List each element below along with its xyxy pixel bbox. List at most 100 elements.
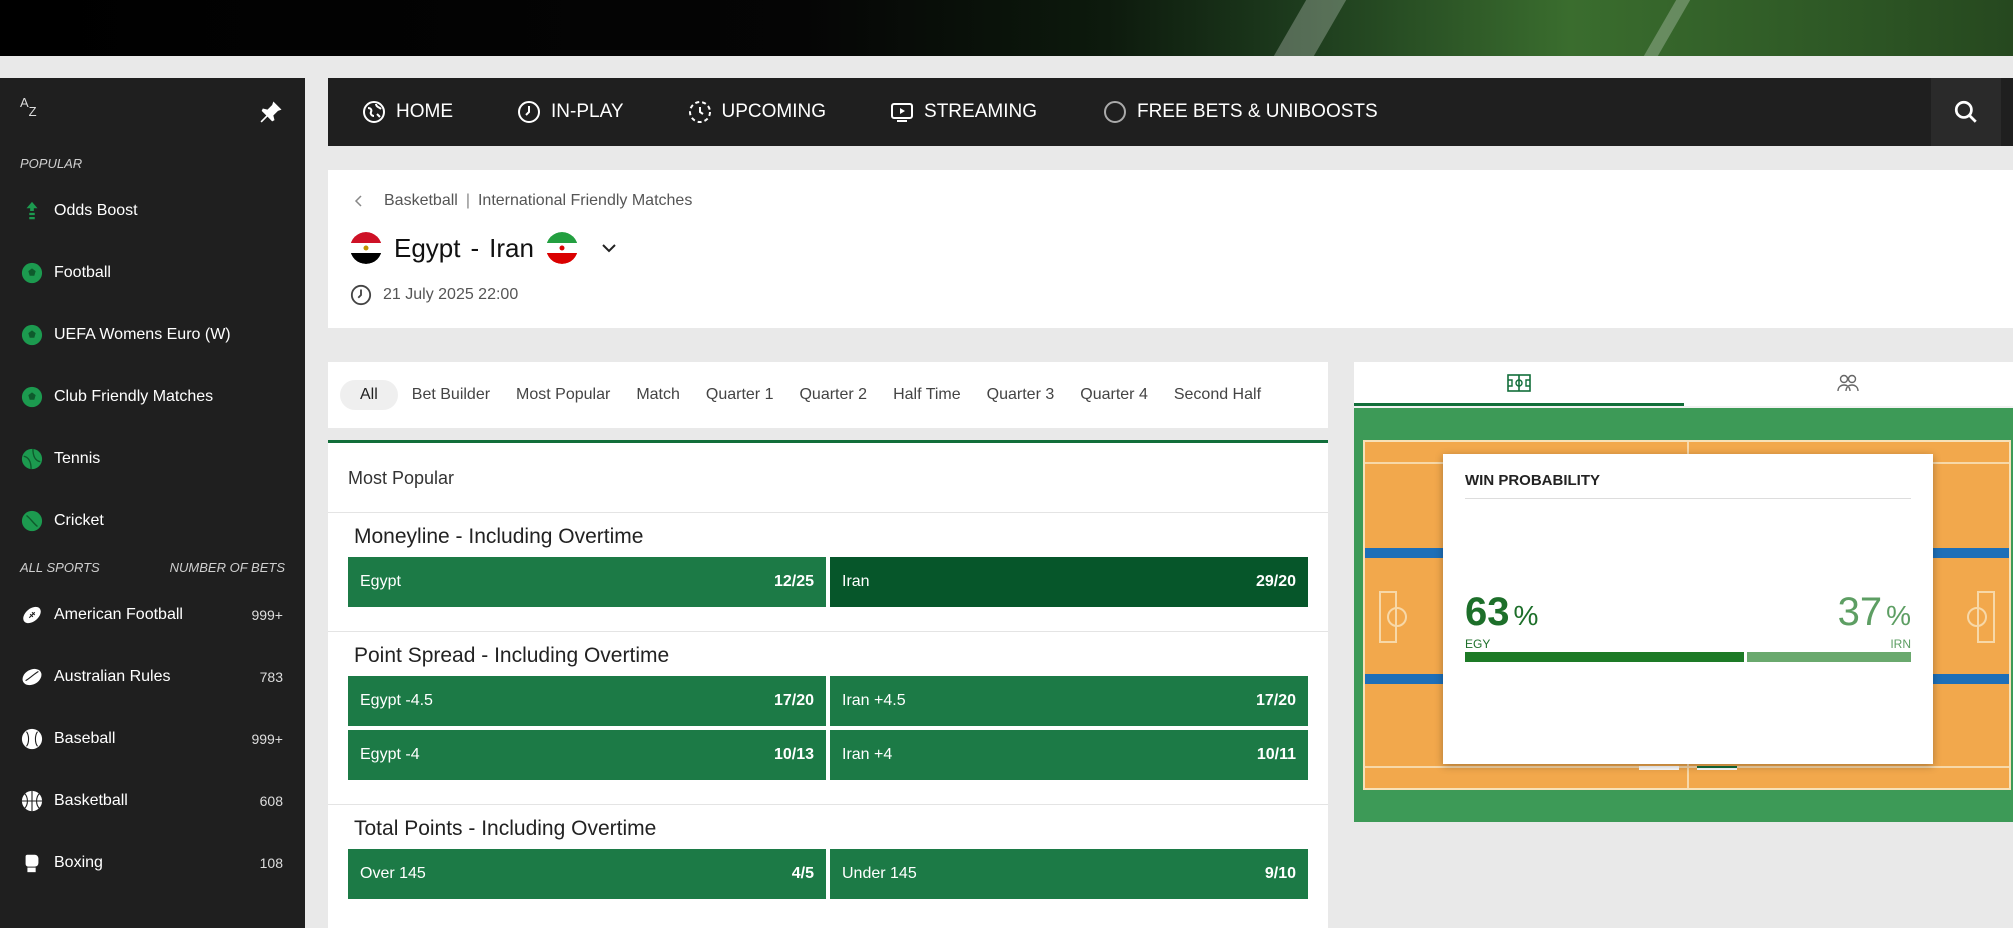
breadcrumb-competition[interactable]: International Friendly Matches [478,192,692,210]
event-datetime: 21 July 2025 22:00 [350,284,518,306]
sidebar-item-odds-boost[interactable]: Odds Boost [0,180,305,242]
tab-half-time[interactable]: Half Time [881,380,973,410]
odds-button-over[interactable]: Over 145 4/5 [348,849,826,899]
sidebar-item-label: Australian Rules [54,668,171,685]
sidebar-item-basketball[interactable]: Basketball 608 [0,770,305,832]
sidebar-item-club-friendly[interactable]: Club Friendly Matches [0,366,305,428]
outcome-label: Under 145 [842,865,917,882]
sidebar-toolbar: AZ [0,78,305,148]
sidebar-item-baseball[interactable]: Baseball 999+ [0,708,305,770]
section-title[interactable]: Most Popular [328,443,1328,513]
clock-icon [518,101,540,123]
baseball-icon [21,728,43,750]
nav-home[interactable]: HOME [362,78,453,146]
outcome-price: 9/10 [1264,865,1296,882]
outcome-label: Iran [842,573,870,590]
nav-free-bets[interactable]: FREE BETS & UNIBOOSTS [1103,78,1378,146]
sidebar-item-american-football[interactable]: American Football 999+ [0,584,305,646]
home-abbr: EGY [1465,637,1491,651]
odds-row: Egypt 12/25 Iran 29/20 [348,557,1308,607]
odds-button-home[interactable]: Egypt -4.5 17/20 [348,676,826,726]
market-title: Point Spread - Including Overtime [354,644,670,667]
bet-count: 999+ [251,607,283,623]
win-probability-bar [1465,652,1911,662]
market-tabs: All Bet Builder Most Popular Match Quart… [328,362,1328,428]
players-icon [1837,374,1859,392]
football-icon [21,324,43,346]
odds-button-away[interactable]: Iran +4.5 17/20 [830,676,1308,726]
pin-icon[interactable] [257,98,285,126]
popular-heading: POPULAR [20,156,83,171]
number-of-bets-heading: NUMBER OF BETS [169,560,285,575]
tab-lineups[interactable] [1684,362,2013,406]
odds-button-home[interactable]: Egypt 12/25 [348,557,826,607]
sidebar-item-label: Basketball [54,792,128,809]
boxing-icon [25,854,39,873]
tab-match[interactable]: Match [624,380,692,410]
upcoming-icon [688,101,711,123]
home-team-name: Egypt [394,232,461,263]
nav-streaming[interactable]: STREAMING [890,78,1037,146]
sidebar-item-label: Baseball [54,730,116,747]
outcome-label: Egypt [360,573,401,590]
odds-button-under[interactable]: Under 145 9/10 [830,849,1308,899]
search-button[interactable] [1931,78,2001,146]
outcome-label: Egypt -4 [360,746,420,763]
tab-all[interactable]: All [340,380,398,410]
sidebar-item-label: Football [54,264,111,281]
tab-bet-builder[interactable]: Bet Builder [400,380,502,410]
tab-quarter-4[interactable]: Quarter 4 [1068,380,1160,410]
odds-button-away[interactable]: Iran 29/20 [830,557,1308,607]
outcome-price: 29/20 [1255,573,1296,590]
tab-quarter-1[interactable]: Quarter 1 [694,380,786,410]
australian-rules-icon [22,668,42,686]
home-probability-value: 63 [1465,590,1510,634]
tennis-icon [21,448,43,470]
sidebar-item-boxing[interactable]: Boxing 108 [0,832,305,894]
tab-most-popular[interactable]: Most Popular [504,380,622,410]
play-screen-icon [891,103,914,122]
odds-row: Over 145 4/5 Under 145 9/10 [348,849,1308,899]
all-sports-heading: ALL SPORTS NUMBER OF BETS [0,552,305,584]
outcome-label: Iran +4.5 [842,692,906,709]
football-icon [21,262,43,284]
chevron-down-icon[interactable] [598,237,620,259]
sidebar-item-cricket[interactable]: Cricket [0,490,305,552]
outcome-price: 4/5 [791,865,814,882]
bet-count: 108 [259,855,283,871]
event-datetime-text: 21 July 2025 22:00 [383,286,519,303]
back-chevron-icon[interactable] [352,194,366,208]
sidebar-item-football[interactable]: Football [0,242,305,304]
outcome-label: Over 145 [360,865,426,882]
tab-quarter-2[interactable]: Quarter 2 [787,380,879,410]
breadcrumb-sport[interactable]: Basketball [384,192,458,210]
odds-button-away[interactable]: Iran +4 10/11 [830,730,1308,780]
tab-court-view[interactable] [1354,362,1684,406]
sidebar-item-australian-rules[interactable]: Australian Rules 783 [0,646,305,708]
sidebar-item-label: Club Friendly Matches [54,388,214,405]
sidebar-item-tennis[interactable]: Tennis [0,428,305,490]
win-probability-labels: EGY IRN [1465,637,1911,651]
market-title: Moneyline - Including Overtime [354,525,644,548]
away-probability-value: 37 [1837,590,1883,634]
nav-free-bets-label: FREE BETS & UNIBOOSTS [1136,101,1378,122]
bet-count: 999+ [251,731,283,747]
carousel-dot-2[interactable] [1697,766,1737,770]
top-navigation: HOME IN-PLAY UPCOMING STREAMING FREE BET… [328,78,2013,146]
odds-button-home[interactable]: Egypt -4 10/13 [348,730,826,780]
tab-second-half[interactable]: Second Half [1162,380,1273,410]
iran-flag-icon [545,232,578,264]
market-moneyline: Moneyline - Including Overtime Egypt 12/2… [328,513,1328,632]
nav-upcoming[interactable]: UPCOMING [688,78,826,146]
nav-in-play[interactable]: IN-PLAY [517,78,624,146]
tab-quarter-3[interactable]: Quarter 3 [975,380,1067,410]
az-sort-icon[interactable]: AZ [20,95,37,119]
market-point-spread: Point Spread - Including Overtime Egypt … [328,632,1328,805]
bet-count: 783 [259,669,283,685]
outcome-price: 12/25 [773,573,814,590]
bet-count: 608 [259,793,283,809]
carousel-dot-1[interactable] [1639,766,1679,770]
sidebar-item-uefa-womens-euro[interactable]: UEFA Womens Euro (W) [0,304,305,366]
away-probability-fill [1747,652,1911,662]
widget-tabs [1354,362,2013,406]
